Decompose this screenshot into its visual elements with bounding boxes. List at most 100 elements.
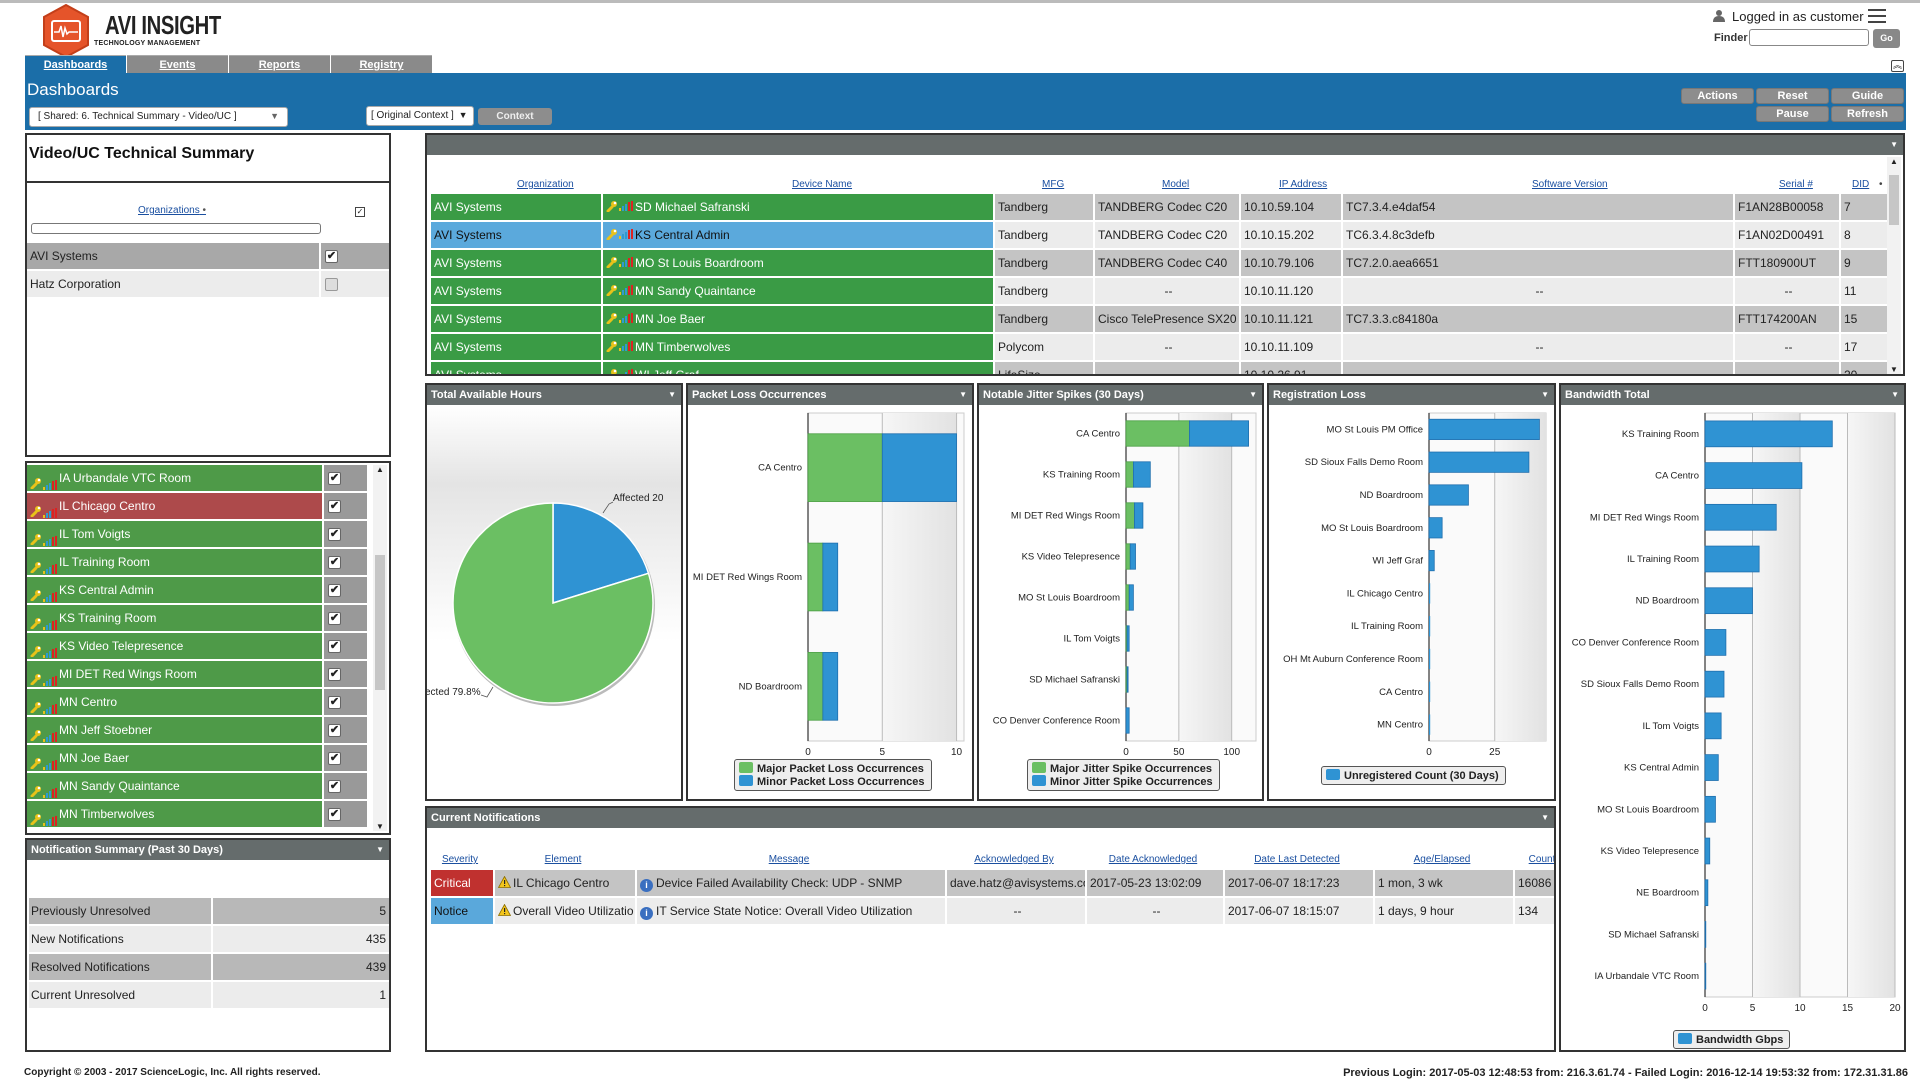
device-list-item[interactable]: MI DET Red Wings Room ✔ xyxy=(27,661,367,687)
device-list-item[interactable]: MN Timberwolves ✔ xyxy=(27,801,367,827)
wrench-icon[interactable] xyxy=(30,752,42,770)
column-header[interactable]: DID xyxy=(1852,179,1869,190)
signal-bars-icon[interactable] xyxy=(43,641,57,658)
signal-bars-icon[interactable] xyxy=(43,585,57,602)
device-list-item[interactable]: IL Tom Voigts ✔ xyxy=(27,521,367,547)
column-header[interactable]: Serial # xyxy=(1779,179,1813,190)
column-header[interactable]: Message xyxy=(635,854,943,865)
notification-row[interactable]: Notice Overall Video Utilizatio i IT Servic… xyxy=(429,898,1554,926)
wrench-icon[interactable] xyxy=(606,363,618,374)
column-header[interactable]: Software Version xyxy=(1532,179,1608,190)
table-row[interactable]: AVI Systems SD Michael Safranski Tandberg T… xyxy=(429,194,1889,220)
wrench-icon[interactable] xyxy=(606,335,618,353)
finder-go-button[interactable]: Go xyxy=(1873,29,1900,48)
signal-bars-icon[interactable] xyxy=(619,362,633,374)
bar-value[interactable] xyxy=(1704,629,1727,656)
device-item-name-cell[interactable]: KS Training Room xyxy=(27,605,322,631)
bar-value[interactable] xyxy=(1704,503,1777,531)
bar-value[interactable] xyxy=(1428,418,1540,440)
bar-value[interactable] xyxy=(1132,461,1151,488)
bar-value[interactable] xyxy=(1428,517,1443,539)
device-checkbox[interactable]: ✔ xyxy=(328,667,341,681)
signal-bars-icon[interactable] xyxy=(619,334,633,351)
scroll-down-icon[interactable]: ▼ xyxy=(1890,365,1898,374)
legend-item[interactable]: Major Packet Loss Occurrences xyxy=(739,762,925,775)
wrench-icon[interactable] xyxy=(30,808,42,826)
legend-item[interactable]: Minor Jitter Spike Occurrences xyxy=(1032,775,1213,788)
device-list-item[interactable]: KS Central Admin ✔ xyxy=(27,577,367,603)
bar-major[interactable] xyxy=(1125,543,1131,570)
bar-value[interactable] xyxy=(822,652,839,721)
device-item-name-cell[interactable]: KS Central Admin xyxy=(27,577,322,603)
bar-value[interactable] xyxy=(1189,420,1250,447)
signal-bars-icon[interactable] xyxy=(43,809,57,826)
device-checkbox[interactable]: ✔ xyxy=(328,583,341,597)
device-list-item[interactable]: KS Video Telepresence ✔ xyxy=(27,633,367,659)
device-item-name-cell[interactable]: MN Joe Baer xyxy=(27,745,322,771)
tab-reports[interactable]: Reports xyxy=(229,55,330,73)
dashboard-select[interactable]: [ Shared: 6. Technical Summary - Video/U… xyxy=(29,107,288,127)
org-checkbox[interactable]: ✔ xyxy=(325,249,338,263)
notification-row[interactable]: Critical IL Chicago Centro i Device Failed … xyxy=(429,870,1554,898)
device-item-name-cell[interactable]: KS Video Telepresence xyxy=(27,633,322,659)
cell-device[interactable]: MN Timberwolves xyxy=(603,334,993,360)
bar-value[interactable] xyxy=(822,542,839,612)
wrench-icon[interactable] xyxy=(30,556,42,574)
collapse-header-icon[interactable]: ︽ xyxy=(1891,60,1904,72)
scroll-up-icon[interactable]: ▲ xyxy=(1890,157,1898,166)
device-list-item[interactable]: IA Urbandale VTC Room ✔ xyxy=(27,465,367,491)
org-checkbox[interactable] xyxy=(325,277,338,291)
cell-element[interactable]: Overall Video Utilizatio xyxy=(495,898,635,924)
legend-item[interactable]: Unregistered Count (30 Days) xyxy=(1326,769,1499,782)
bar-value[interactable] xyxy=(1429,714,1431,735)
signal-bars-icon[interactable] xyxy=(43,557,57,574)
wrench-icon[interactable] xyxy=(30,668,42,686)
bar-value[interactable] xyxy=(881,433,957,502)
panel-menu-icon[interactable]: ▼ xyxy=(1890,135,1898,155)
column-header[interactable]: Element xyxy=(493,854,633,865)
cell-element[interactable]: IL Chicago Centro xyxy=(495,870,635,896)
device-item-name-cell[interactable]: IL Chicago Centro xyxy=(27,493,322,519)
select-all-checkbox[interactable]: ✓ xyxy=(355,207,365,217)
bar-value[interactable] xyxy=(1134,502,1144,529)
wrench-icon[interactable] xyxy=(606,307,618,325)
bar-value[interactable] xyxy=(1704,462,1803,489)
table-row[interactable]: AVI Systems MN Sandy Quaintance Tandberg --… xyxy=(429,278,1889,304)
bar-value[interactable] xyxy=(1429,616,1431,637)
device-list-item[interactable]: MN Joe Baer ✔ xyxy=(27,745,367,771)
column-header[interactable]: MFG xyxy=(1042,179,1064,190)
legend-item[interactable]: Bandwidth Gbps xyxy=(1678,1033,1783,1046)
wrench-icon[interactable] xyxy=(30,500,42,518)
device-checkbox[interactable]: ✔ xyxy=(328,779,341,793)
bar-value[interactable] xyxy=(1704,795,1716,823)
wrench-icon[interactable] xyxy=(606,279,618,297)
column-header[interactable]: Count xyxy=(1513,854,1554,865)
bar-value[interactable] xyxy=(1128,584,1134,611)
cell-device[interactable]: WI Jeff Graf xyxy=(603,362,993,374)
bar-major[interactable] xyxy=(807,542,824,612)
signal-bars-icon[interactable] xyxy=(619,222,633,239)
bar-value[interactable] xyxy=(1429,681,1431,702)
bar-value[interactable] xyxy=(1126,625,1130,652)
device-checkbox[interactable]: ✔ xyxy=(328,639,341,653)
refresh-button[interactable]: Refresh xyxy=(1831,106,1904,122)
bar-major[interactable] xyxy=(807,652,824,721)
wrench-icon[interactable] xyxy=(30,696,42,714)
column-header[interactable]: Date Acknowledged xyxy=(1085,854,1221,865)
signal-bars-icon[interactable] xyxy=(43,501,57,518)
bar-value[interactable] xyxy=(1704,754,1719,781)
bar-value[interactable] xyxy=(1125,707,1130,734)
column-header[interactable]: Acknowledged By xyxy=(945,854,1083,865)
panel-menu-icon[interactable]: ▼ xyxy=(959,385,967,405)
scroll-down-icon[interactable]: ▼ xyxy=(376,822,384,831)
panel-menu-icon[interactable]: ▼ xyxy=(668,385,676,405)
cell-device[interactable]: SD Michael Safranski xyxy=(603,194,993,220)
signal-bars-icon[interactable] xyxy=(43,753,57,770)
actions-button[interactable]: Actions xyxy=(1681,88,1754,104)
cell-device[interactable]: KS Central Admin xyxy=(603,222,993,248)
tab-dashboards[interactable]: Dashboards xyxy=(25,55,126,73)
wrench-icon[interactable] xyxy=(606,223,618,241)
bar-value[interactable] xyxy=(1704,837,1711,865)
device-checkbox[interactable]: ✔ xyxy=(328,611,341,625)
column-header[interactable]: Date Last Detected xyxy=(1223,854,1371,865)
